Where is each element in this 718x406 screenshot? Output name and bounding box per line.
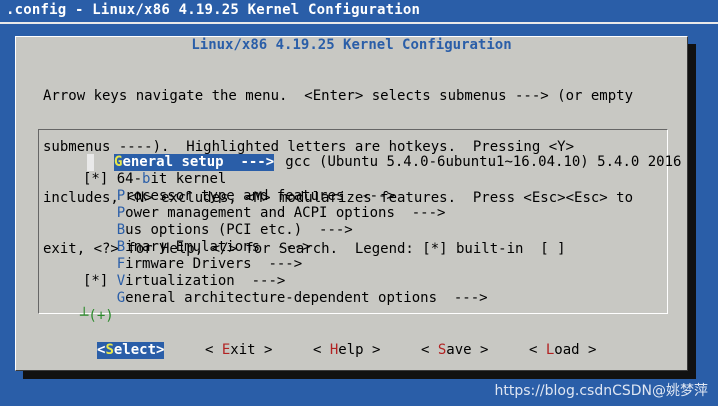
menu-item-power-management[interactable]: Power management and ACPI options ---> [83, 205, 446, 222]
hotkey-letter: P [116, 205, 126, 221]
more-items-indicator: ┴(+) [80, 308, 114, 324]
title-divider [0, 22, 718, 24]
hotkey-letter: V [116, 273, 126, 289]
exit-button[interactable]: < Exit > [205, 342, 272, 359]
menu-item-processor-type[interactable]: Processor type and features ---> [83, 188, 395, 205]
load-button[interactable]: < Load > [529, 342, 596, 359]
dialog-title: Linux/x86 4.19.25 Kernel Configuration [189, 37, 514, 53]
menu-item-compiler-info: *** Compiler: gcc (Ubuntu 5.4.0-6ubuntu1… [167, 154, 682, 170]
menu-list[interactable]: *** Compiler: gcc (Ubuntu 5.4.0-6ubuntu1… [38, 129, 681, 324]
hotkey-letter: S [105, 342, 114, 358]
config-dialog: Linux/x86 4.19.25 Kernel Configuration A… [15, 36, 688, 371]
menu-item-binary-emulations[interactable]: Binary Emulations ---> [83, 239, 311, 256]
menu-cursor [87, 154, 94, 171]
watermark: https://blog.csdnCSDN@姚梦萍 [494, 383, 708, 399]
hotkey-letter: F [116, 256, 126, 272]
hotkey-letter: G [116, 290, 126, 306]
hotkey-letter: P [116, 188, 126, 204]
select-button[interactable]: <Select> [97, 342, 165, 359]
menu-item-bus-options[interactable]: Bus options (PCI etc.) ---> [83, 222, 353, 239]
menu-item-general-arch-options[interactable]: General architecture-dependent options -… [83, 290, 488, 307]
help-line: Arrow keys navigate the menu. <Enter> se… [43, 88, 634, 104]
window-title: .config - Linux/x86 4.19.25 Kernel Confi… [6, 2, 421, 18]
menu-item-general-setup[interactable]: General setup ---> [114, 154, 275, 171]
menu-item-64bit-kernel[interactable]: [*] 64-bit kernel [83, 171, 226, 188]
menu-item-firmware-drivers[interactable]: Firmware Drivers ---> [83, 256, 302, 273]
button-bar: <Select> < Exit > < Help > < Save > < Lo… [16, 342, 687, 360]
hotkey-letter: B [116, 222, 126, 238]
save-button[interactable]: < Save > [421, 342, 488, 359]
help-button[interactable]: < Help > [313, 342, 380, 359]
hotkey-letter: B [116, 239, 126, 255]
dialog-shadow-right [688, 44, 696, 379]
menu-item-virtualization[interactable]: [*] Virtualization ---> [83, 273, 285, 290]
dialog-shadow-bottom [23, 371, 696, 379]
